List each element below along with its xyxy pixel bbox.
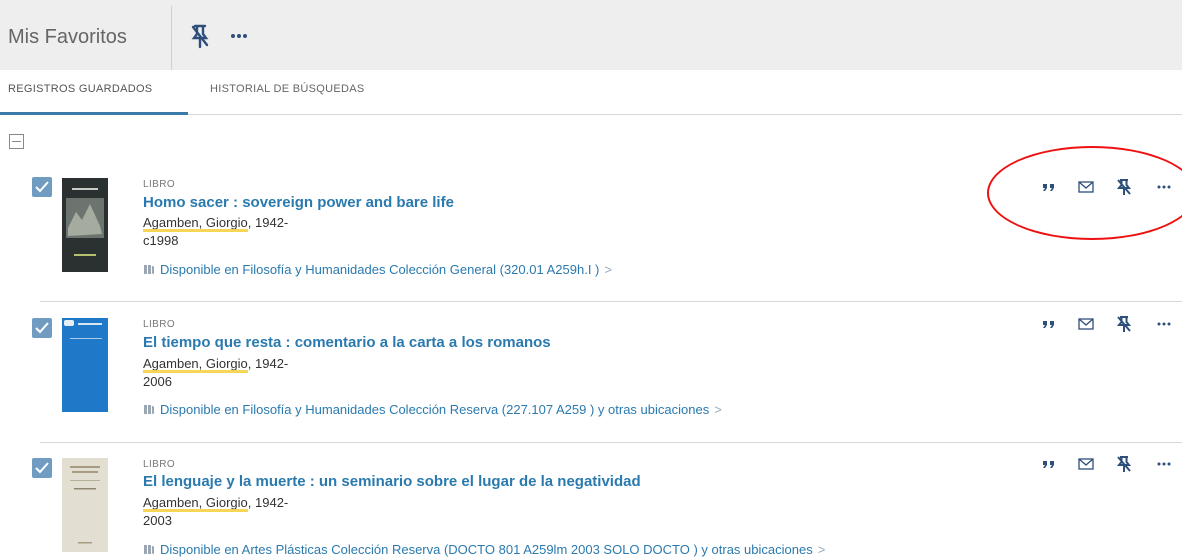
record-date: 2003 [143, 513, 172, 528]
tab-saved-records[interactable]: REGISTROS GUARDADOS [8, 83, 152, 95]
author-link[interactable]: Agamben, Giorgio [143, 356, 248, 373]
author-highlight [143, 370, 248, 373]
availability-text: Disponible en Filosofía y Humanidades Co… [160, 262, 600, 277]
author-years: , 1942- [247, 356, 289, 371]
record-divider [40, 301, 1182, 302]
book-icon [144, 545, 154, 554]
chevron-right-icon: > [604, 262, 612, 277]
chevron-right-icon: > [714, 402, 722, 417]
record-author: Agamben, Giorgio, 1942- [143, 495, 289, 512]
more-icon[interactable] [1155, 455, 1173, 473]
page-header: Mis Favoritos [0, 0, 1182, 70]
mail-icon[interactable] [1077, 455, 1095, 473]
record-checkbox[interactable] [32, 458, 52, 478]
record-actions [1040, 455, 1180, 473]
unpin-icon[interactable] [1115, 455, 1133, 473]
check-icon [35, 322, 49, 334]
author-name: Agamben, Giorgio [143, 356, 248, 371]
author-link[interactable]: Agamben, Giorgio [143, 215, 248, 232]
record-checkbox[interactable] [32, 177, 52, 197]
tab-search-history[interactable]: HISTORIAL DE BÚSQUEDAS [210, 83, 365, 95]
record-type: LIBRO [143, 459, 176, 470]
author-name: Agamben, Giorgio [143, 215, 248, 230]
mail-icon[interactable] [1077, 315, 1095, 333]
book-icon [144, 265, 154, 274]
record-date: 2006 [143, 374, 172, 389]
check-icon [35, 181, 49, 193]
more-icon[interactable] [1155, 315, 1173, 333]
record-date: c1998 [143, 233, 179, 248]
tab-bar: REGISTROS GUARDADOS HISTORIAL DE BÚSQUED… [0, 70, 1182, 115]
record-type: LIBRO [143, 179, 176, 190]
availability-link[interactable]: Disponible en Filosofía y Humanidades Co… [143, 262, 612, 277]
select-all-checkbox[interactable] [9, 134, 24, 149]
book-icon [144, 405, 154, 414]
unpin-icon[interactable] [1115, 315, 1133, 333]
check-icon [35, 462, 49, 474]
annotation-ellipse [987, 146, 1182, 240]
record-author: Agamben, Giorgio, 1942- [143, 215, 289, 232]
book-cover[interactable] [62, 178, 108, 272]
author-highlight [143, 229, 248, 232]
record-checkbox[interactable] [32, 318, 52, 338]
active-tab-indicator [0, 112, 188, 115]
availability-link[interactable]: Disponible en Artes Plásticas Colección … [143, 542, 825, 557]
author-highlight [143, 509, 248, 512]
book-cover[interactable] [62, 318, 108, 412]
author-link[interactable]: Agamben, Giorgio [143, 495, 248, 512]
availability-text: Disponible en Filosofía y Humanidades Co… [160, 402, 710, 417]
unpin-all-icon[interactable] [190, 23, 210, 49]
availability-link[interactable]: Disponible en Filosofía y Humanidades Co… [143, 402, 722, 417]
page-title: Mis Favoritos [8, 26, 127, 48]
record-title[interactable]: Homo sacer : sovereign power and bare li… [143, 194, 454, 211]
author-name: Agamben, Giorgio [143, 495, 248, 510]
record-actions [1040, 315, 1180, 333]
author-years: , 1942- [247, 215, 289, 230]
record-title[interactable]: El lenguaje y la muerte : un seminario s… [143, 473, 641, 490]
availability-text: Disponible en Artes Plásticas Colección … [160, 542, 813, 557]
quote-icon[interactable] [1040, 315, 1058, 333]
record-author: Agamben, Giorgio, 1942- [143, 356, 289, 373]
more-options-icon[interactable] [228, 26, 250, 46]
quote-icon[interactable] [1040, 455, 1058, 473]
author-years: , 1942- [247, 495, 289, 510]
book-cover[interactable] [62, 458, 108, 552]
record-title[interactable]: El tiempo que resta : comentario a la ca… [143, 334, 551, 351]
record-divider [40, 442, 1182, 443]
chevron-right-icon: > [817, 542, 826, 557]
header-divider [171, 6, 172, 70]
record-type: LIBRO [143, 319, 176, 330]
